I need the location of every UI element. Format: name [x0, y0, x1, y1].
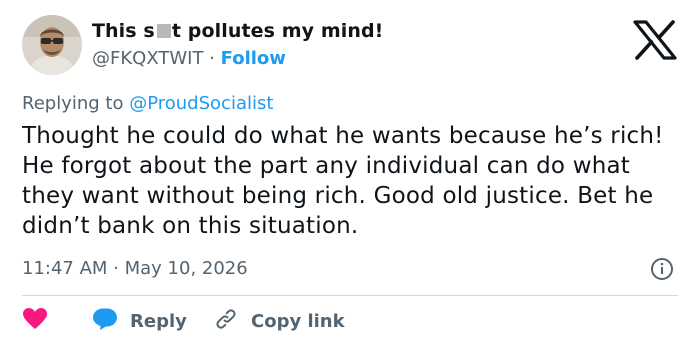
replying-prefix: Replying to — [22, 93, 124, 114]
display-name[interactable]: This s t pollutes my mind! — [92, 20, 383, 42]
speech-bubble-icon — [92, 307, 118, 335]
avatar[interactable] — [22, 15, 82, 75]
reply-mention-link[interactable]: @ProudSocialist — [129, 93, 273, 114]
link-icon — [214, 307, 238, 335]
x-logo[interactable] — [632, 20, 678, 60]
user-handle[interactable]: @FKQXTWIT — [92, 48, 203, 69]
info-icon[interactable] — [650, 257, 674, 281]
follow-button[interactable]: Follow — [221, 48, 286, 69]
display-name-end: t pollutes my mind! — [171, 20, 384, 42]
censor-block — [156, 24, 171, 38]
handle-line: @FKQXTWIT · Follow — [92, 48, 286, 69]
tweet-card: This s t pollutes my mind! @FKQXTWIT · Fo… — [0, 0, 700, 348]
copy-link-button[interactable]: Copy link — [214, 306, 345, 336]
tweet-text: Thought he could do what he wants becaus… — [22, 123, 664, 239]
heart-icon — [22, 307, 48, 335]
copy-link-label: Copy link — [251, 310, 345, 332]
separator-dot: · — [209, 48, 215, 69]
display-name-start: This s — [92, 20, 155, 42]
reply-label: Reply — [130, 310, 187, 332]
replying-to: Replying to @ProudSocialist — [22, 93, 273, 114]
divider — [22, 295, 678, 296]
reply-button[interactable]: Reply — [92, 306, 187, 336]
like-button[interactable] — [22, 306, 48, 336]
tweet-timestamp[interactable]: 11:47 AM · May 10, 2026 — [22, 258, 248, 279]
